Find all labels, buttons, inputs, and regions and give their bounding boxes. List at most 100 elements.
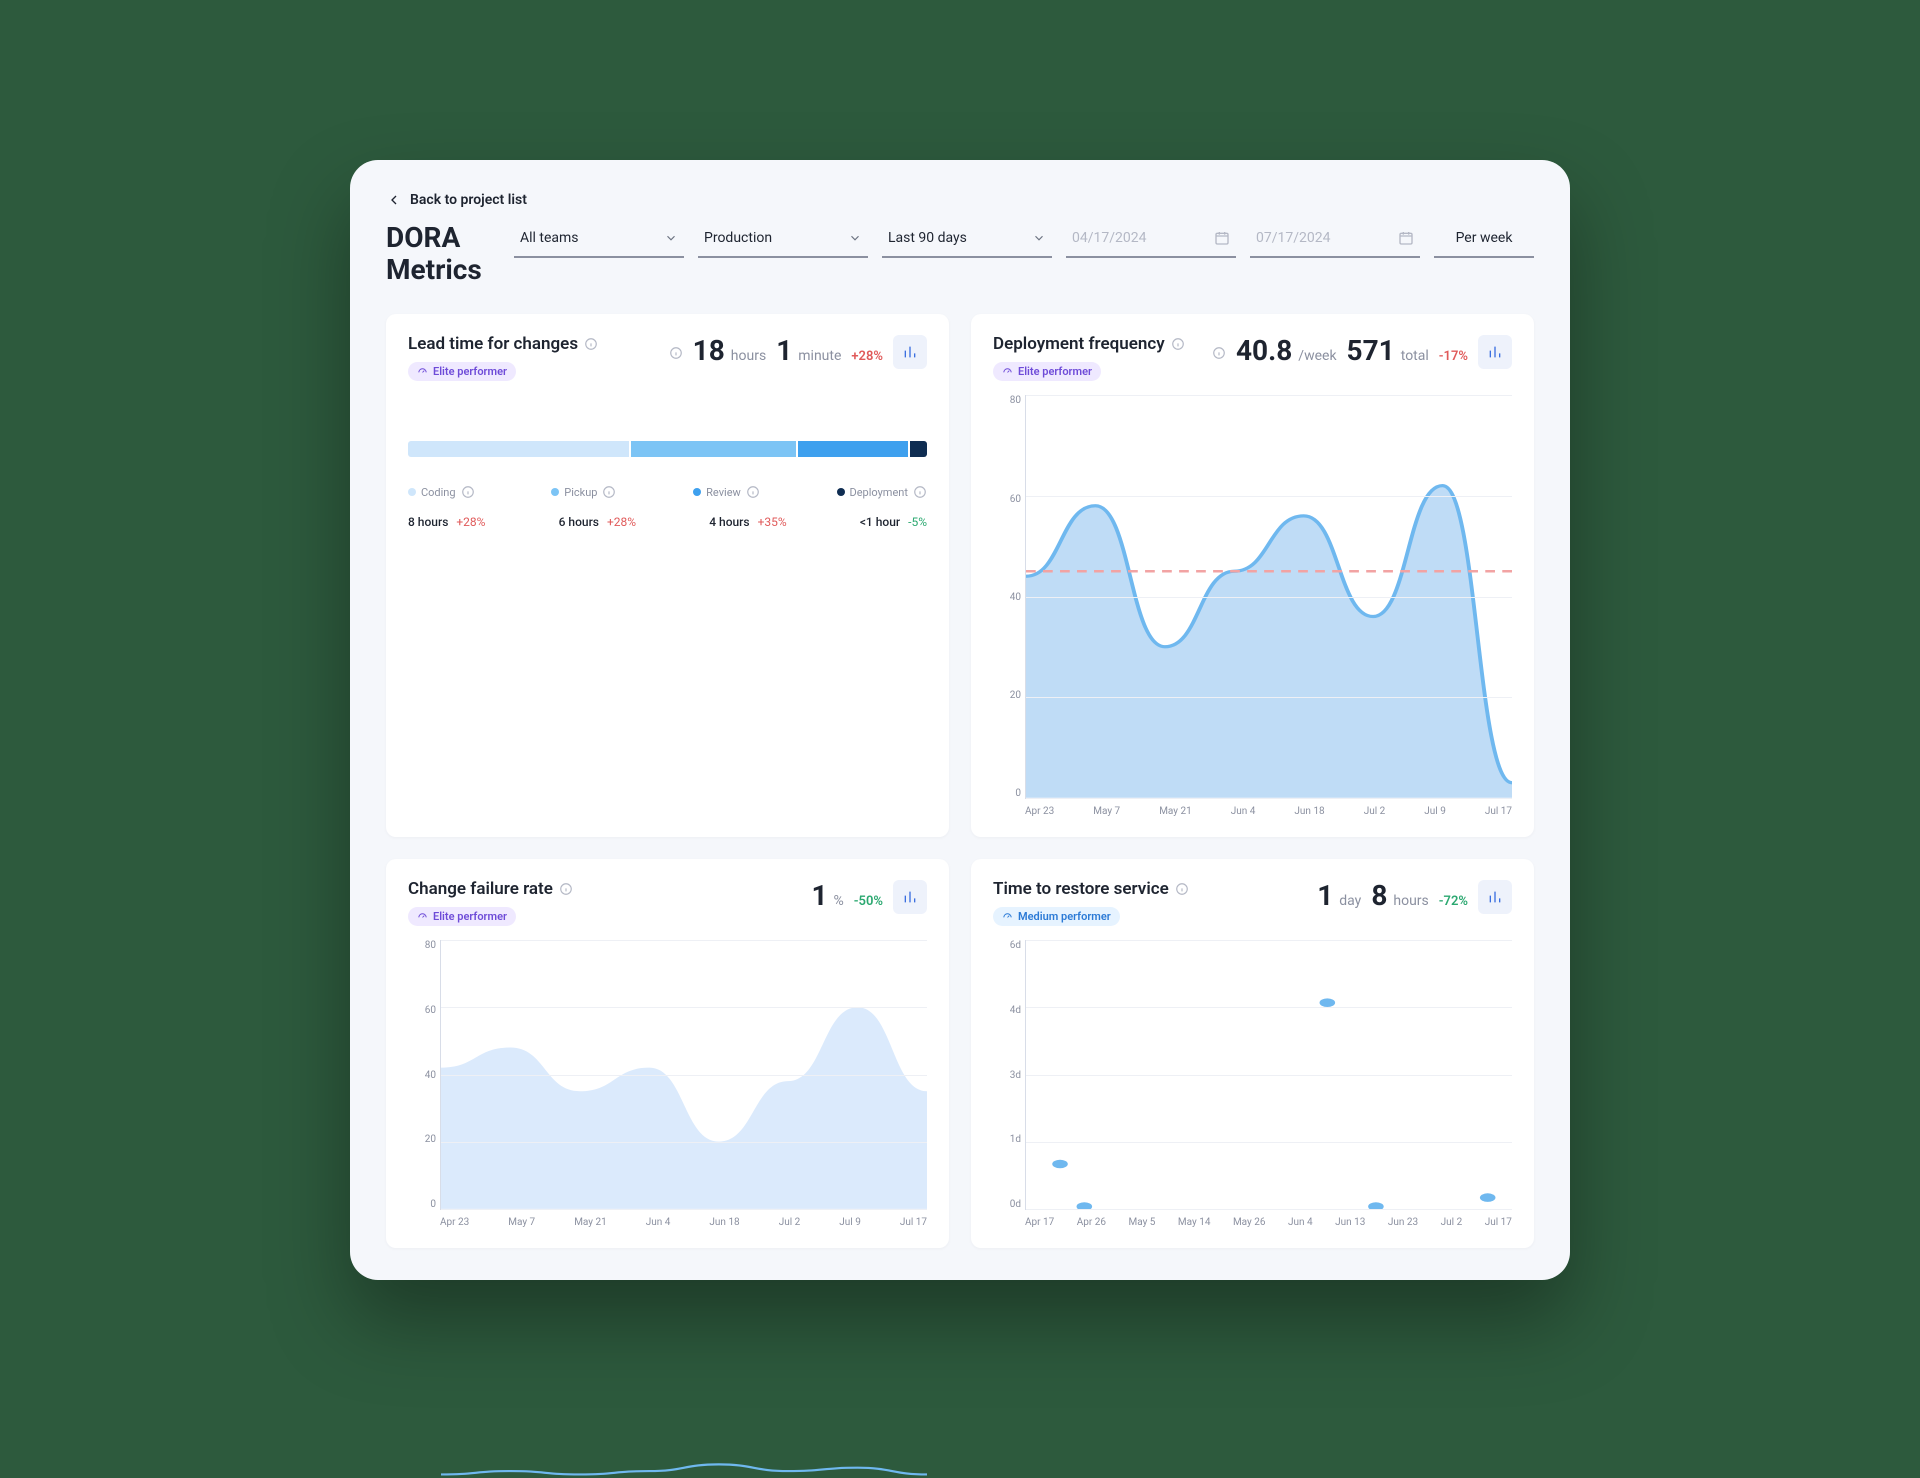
- badge-label: Elite performer: [1018, 365, 1092, 378]
- deploy-total: 571: [1347, 334, 1395, 367]
- legend-item-coding: Coding: [408, 485, 475, 499]
- plot-area: [1025, 395, 1512, 799]
- deploy-total-unit: total: [1401, 348, 1429, 364]
- lead-time-legend: Coding Pickup Review Deployment: [408, 485, 927, 499]
- legend-item-deployment: Deployment: [837, 485, 927, 499]
- info-icon: [1175, 882, 1189, 896]
- speedometer-icon: [417, 366, 428, 377]
- lead-time-hours-unit: hours: [731, 348, 766, 364]
- badge-label: Medium performer: [1018, 910, 1111, 923]
- lead-time-seg-deployment: [910, 441, 927, 457]
- info-icon: [559, 882, 573, 896]
- failure-rate-value: 1: [811, 879, 827, 912]
- failure-rate-metric: 1 % -50%: [811, 879, 927, 914]
- y-axis: 6d4d3d1d0d: [993, 940, 1021, 1210]
- card-deploy-frequency-title: Deployment frequency: [993, 334, 1165, 354]
- lead-time-seg-review: [798, 441, 908, 457]
- deploy-per-week-unit: /week: [1298, 348, 1336, 364]
- restore-days: 1: [1317, 879, 1333, 912]
- legend-item-review: Review: [693, 485, 760, 499]
- lead-time-stat-deployment: <1 hour-5%: [860, 515, 927, 529]
- lead-time-stats: 8 hours+28%6 hours+28%4 hours+35%<1 hour…: [408, 515, 927, 529]
- chart-toggle-button[interactable]: [1478, 335, 1512, 369]
- deploy-frequency-metric: 40.8 /week 571 total -17%: [1212, 334, 1512, 369]
- badge-elite-performer: Elite performer: [408, 907, 516, 926]
- failure-rate-delta: -50%: [854, 894, 883, 909]
- restore-hours-unit: hours: [1393, 893, 1428, 909]
- y-axis: 806040200: [993, 395, 1021, 799]
- badge-medium-performer: Medium performer: [993, 907, 1120, 926]
- info-icon: [1171, 337, 1185, 351]
- failure-rate-chart: 806040200 Apr 23May 7May 21Jun 4Jun 18Ju…: [408, 940, 927, 1228]
- filter-environment-label: Production: [704, 230, 772, 246]
- y-axis: 806040200: [408, 940, 436, 1210]
- bar-chart-icon: [1487, 344, 1503, 360]
- restore-hours: 8: [1371, 879, 1387, 912]
- lead-time-hours: 18: [693, 334, 725, 367]
- speedometer-icon: [1002, 366, 1013, 377]
- card-lead-time: Lead time for changes Elite performer 18…: [386, 314, 949, 837]
- chevron-down-icon: [664, 231, 678, 245]
- lead-time-min: 1: [776, 334, 792, 367]
- deploy-per-week: 40.8: [1236, 334, 1292, 367]
- restore-delta: -72%: [1439, 894, 1468, 909]
- x-axis: Apr 17Apr 26May 5May 14May 26Jun 4Jun 13…: [1025, 1217, 1512, 1228]
- badge-elite-performer: Elite performer: [993, 362, 1101, 381]
- plot-area: [1025, 940, 1512, 1210]
- page-title: DORA Metrics: [386, 222, 496, 286]
- chart-toggle-button[interactable]: [893, 335, 927, 369]
- restore-metric: 1 day 8 hours -72%: [1317, 879, 1512, 914]
- metrics-grid: Lead time for changes Elite performer 18…: [386, 314, 1534, 1248]
- filter-team-label: All teams: [520, 230, 579, 246]
- chart-toggle-button[interactable]: [893, 880, 927, 914]
- deploy-delta: -17%: [1439, 349, 1468, 364]
- filter-range[interactable]: Last 90 days: [882, 222, 1052, 258]
- filter-granularity[interactable]: Per week: [1434, 222, 1534, 258]
- card-deploy-frequency: Deployment frequency Elite performer 40.…: [971, 314, 1534, 837]
- filter-team[interactable]: All teams: [514, 222, 684, 258]
- lead-time-min-unit: minute: [798, 348, 841, 364]
- chevron-down-icon: [1032, 231, 1046, 245]
- bar-chart-icon: [902, 889, 918, 905]
- failure-rate-unit: %: [834, 893, 844, 909]
- restore-chart: 6d4d3d1d0d Apr 17Apr 26May 5May 14May 26…: [993, 940, 1512, 1228]
- lead-time-seg-pickup: [631, 441, 796, 457]
- plot-area: [440, 940, 927, 1210]
- calendar-icon: [1398, 230, 1414, 246]
- date-start-value: 04/17/2024: [1072, 230, 1147, 246]
- badge-label: Elite performer: [433, 910, 507, 923]
- card-time-to-restore: Time to restore service Medium performer…: [971, 859, 1534, 1248]
- badge-elite-performer: Elite performer: [408, 362, 516, 381]
- legend-item-pickup: Pickup: [551, 485, 616, 499]
- deploy-frequency-chart: 806040200 Apr 23May 7May 21Jun 4Jun 18Ju…: [993, 395, 1512, 817]
- card-restore-title: Time to restore service: [993, 879, 1169, 899]
- back-link-label: Back to project list: [410, 192, 527, 208]
- lead-time-stat-coding: 8 hours+28%: [408, 515, 485, 529]
- card-lead-time-title: Lead time for changes: [408, 334, 578, 354]
- date-start-input[interactable]: 04/17/2024: [1066, 222, 1236, 258]
- date-end-input[interactable]: 07/17/2024: [1250, 222, 1420, 258]
- info-icon: [1212, 346, 1226, 360]
- lead-time-metric: 18 hours 1 minute +28%: [669, 334, 927, 369]
- date-end-value: 07/17/2024: [1256, 230, 1331, 246]
- filter-environment[interactable]: Production: [698, 222, 868, 258]
- chart-toggle-button[interactable]: [1478, 880, 1512, 914]
- back-link[interactable]: Back to project list: [386, 192, 1534, 208]
- chevron-down-icon: [848, 231, 862, 245]
- filter-bar: All teams Production Last 90 days 04/17/…: [514, 222, 1534, 258]
- header-row: DORA Metrics All teams Production Last 9…: [386, 222, 1534, 286]
- calendar-icon: [1214, 230, 1230, 246]
- lead-time-bar: [408, 441, 927, 457]
- bar-chart-icon: [902, 344, 918, 360]
- lead-time-delta: +28%: [851, 349, 883, 364]
- filter-granularity-label: Per week: [1456, 230, 1513, 246]
- filter-range-label: Last 90 days: [888, 230, 967, 246]
- info-icon: [584, 337, 598, 351]
- speedometer-icon: [417, 911, 428, 922]
- info-icon: [669, 346, 683, 360]
- arrow-left-icon: [386, 192, 402, 208]
- lead-time-stat-pickup: 6 hours+28%: [559, 515, 636, 529]
- lead-time-seg-coding: [408, 441, 629, 457]
- x-axis: Apr 23May 7May 21Jun 4Jun 18Jul 2Jul 9Ju…: [1025, 806, 1512, 817]
- card-failure-rate: Change failure rate Elite performer 1 % …: [386, 859, 949, 1248]
